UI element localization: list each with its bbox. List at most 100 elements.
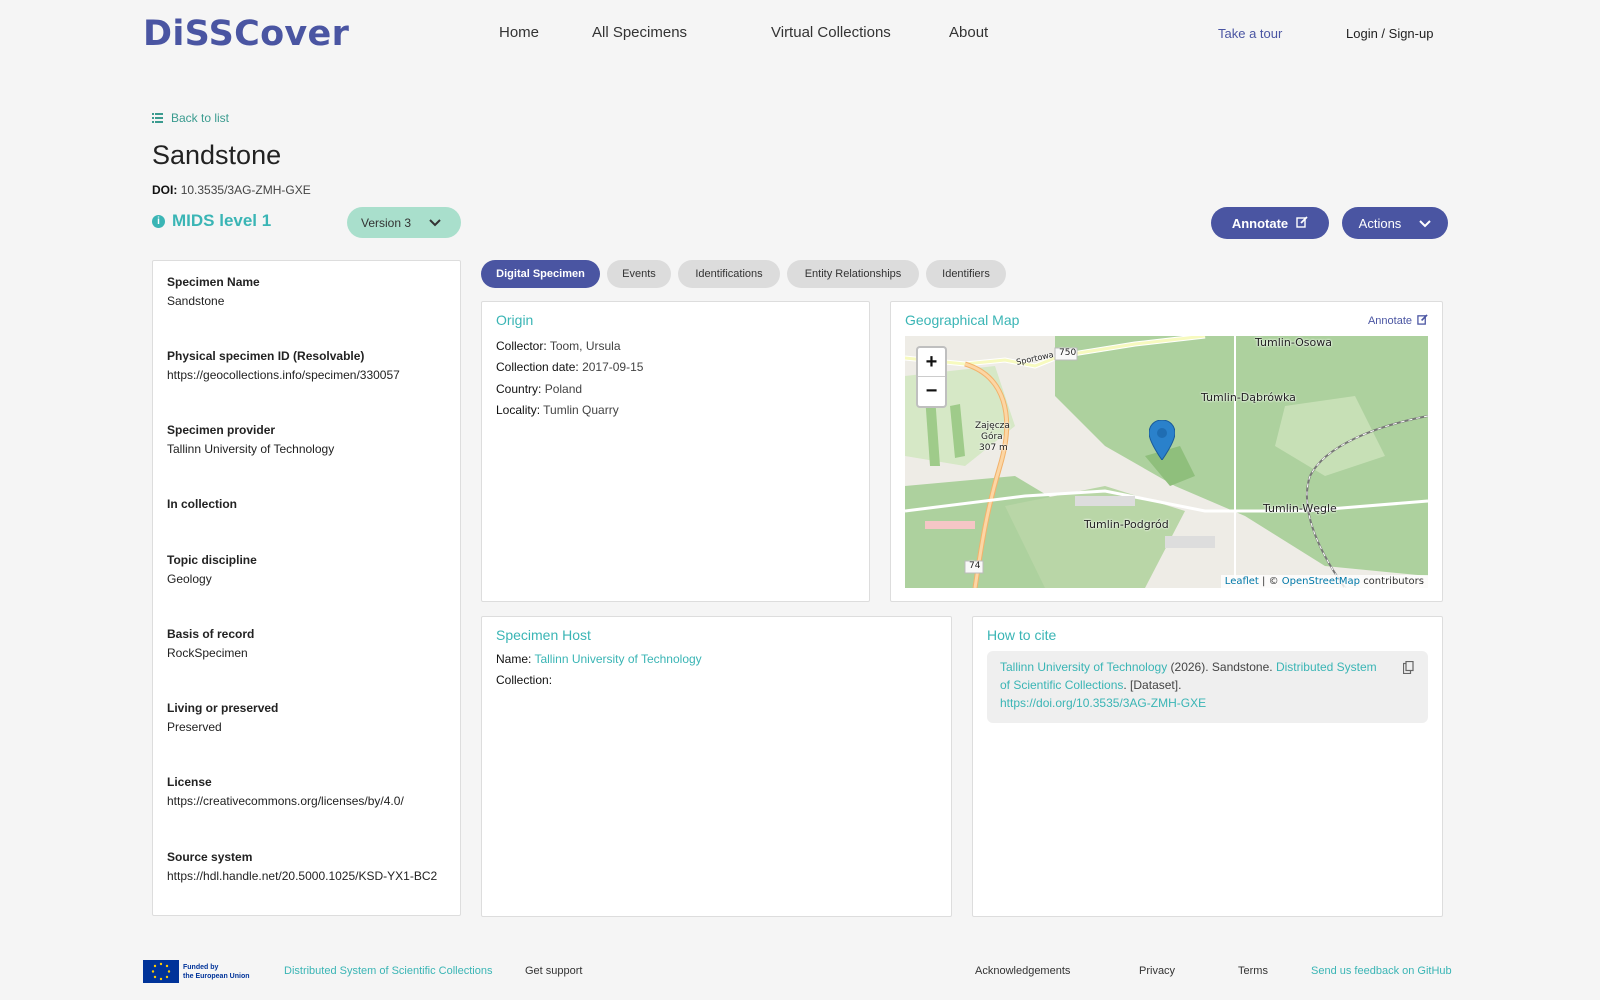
footer-terms-link[interactable]: Terms: [1238, 965, 1268, 977]
leaflet-link[interactable]: Leaflet: [1225, 576, 1259, 587]
mids-level: i MIDS level 1: [152, 211, 271, 231]
attribution-tail: contributors: [1363, 576, 1424, 587]
specimen-host-title: Specimen Host: [496, 627, 591, 643]
field-specimen-provider: Specimen provider Tallinn University of …: [167, 423, 334, 458]
back-to-list-label: Back to list: [171, 111, 230, 125]
doi-value: 10.3535/3AG-ZMH-GXE: [180, 183, 311, 197]
origin-country: Country: Poland: [496, 382, 582, 396]
citation-org-link[interactable]: Tallinn University of Technology: [1000, 660, 1167, 674]
footer-privacy-link[interactable]: Privacy: [1139, 965, 1175, 977]
kv-label: Locality:: [496, 403, 541, 417]
nav-about[interactable]: About: [949, 24, 988, 41]
citation-doi-link[interactable]: https://doi.org/10.3535/3AG-ZMH-GXE: [1000, 696, 1206, 710]
field-value: https://creativecommons.org/licenses/by/…: [167, 794, 404, 808]
citation-dataset: . [Dataset].: [1123, 678, 1182, 692]
openstreetmap-link[interactable]: OpenStreetMap: [1282, 576, 1360, 587]
origin-title: Origin: [496, 312, 534, 328]
origin-card: Origin Collector: Toom, Ursula Collectio…: [481, 301, 870, 602]
nav-virtual-collections[interactable]: Virtual Collections: [771, 24, 891, 41]
how-to-cite-card: How to cite Tallinn University of Techno…: [972, 616, 1443, 917]
zoom-in-button[interactable]: +: [918, 348, 945, 377]
map-label-zajecza: Zajęcza: [975, 421, 1010, 431]
edit-icon: [1417, 314, 1428, 328]
annotate-button[interactable]: Annotate: [1211, 207, 1329, 239]
tab-identifiers[interactable]: Identifiers: [926, 260, 1006, 288]
eu-funding-logo: Funded by the European Union: [143, 960, 250, 983]
tab-entity-relationships[interactable]: Entity Relationships: [787, 260, 919, 288]
field-label: Topic discipline: [167, 553, 257, 567]
kv-value: 2017-09-15: [582, 360, 644, 374]
field-value: https://hdl.handle.net/20.5000.1025/KSD-…: [167, 869, 438, 883]
login-signup-link[interactable]: Login / Sign-up: [1346, 26, 1433, 41]
eu-line-1: Funded by: [183, 963, 219, 971]
map-attribution: Leaflet | © OpenStreetMap contributors: [1220, 575, 1428, 588]
specimen-details-panel: Specimen Name Sandstone Physical specime…: [152, 260, 461, 916]
kv-label: Country:: [496, 382, 542, 396]
doi-label: DOI:: [152, 183, 178, 197]
annotate-label: Annotate: [1231, 215, 1289, 231]
field-value: RockSpecimen: [167, 646, 248, 660]
kv-label: Name:: [496, 652, 532, 666]
field-label: Living or preserved: [167, 701, 279, 715]
map-label-gora: Góra: [981, 432, 1003, 442]
specimen-host-card: Specimen Host Name: Tallinn University o…: [481, 616, 952, 917]
nav-all-specimens[interactable]: All Specimens: [592, 24, 687, 41]
nav-home[interactable]: Home: [499, 24, 539, 41]
field-license: License https://creativecommons.org/lice…: [167, 775, 404, 810]
list-icon: [152, 113, 163, 123]
map-label-podgrod: Tumlin-Podgród: [1084, 518, 1169, 531]
host-collection: Collection:: [496, 673, 552, 687]
field-label: Specimen Name: [167, 275, 260, 289]
map-marker-icon[interactable]: [1148, 419, 1176, 463]
zoom-out-button[interactable]: −: [918, 377, 945, 406]
origin-locality: Locality: Tumlin Quarry: [496, 403, 619, 417]
info-icon[interactable]: i: [152, 214, 165, 228]
tab-identifications[interactable]: Identifications: [678, 260, 780, 288]
footer-dissco-link[interactable]: Distributed System of Scientific Collect…: [284, 965, 492, 977]
field-label: Source system: [167, 850, 253, 864]
tab-digital-specimen[interactable]: Digital Specimen: [481, 260, 600, 288]
map-label-dabrowka: Tumlin-Dąbrówka: [1201, 391, 1296, 404]
map-annotate-button[interactable]: Annotate: [1368, 314, 1428, 328]
take-tour-link[interactable]: Take a tour: [1218, 26, 1282, 41]
field-topic-discipline: Topic discipline Geology: [167, 553, 257, 588]
tab-events[interactable]: Events: [607, 260, 671, 288]
copy-icon[interactable]: [1402, 660, 1414, 679]
field-label: Basis of record: [167, 627, 255, 641]
map-annotate-label: Annotate: [1367, 315, 1412, 327]
field-living-or-preserved: Living or preserved Preserved: [167, 701, 278, 736]
field-value: Tallinn University of Technology: [167, 442, 335, 456]
kv-value: Poland: [544, 382, 583, 396]
field-source-system: Source system https://hdl.handle.net/20.…: [167, 850, 447, 885]
kv-value: Toom, Ursula: [549, 339, 621, 353]
kv-label: Collector:: [496, 339, 547, 353]
map-label-road-750: 750: [1059, 348, 1077, 358]
origin-collection-date: Collection date: 2017-09-15: [496, 360, 643, 374]
field-value: Preserved: [167, 720, 222, 734]
field-specimen-name: Specimen Name Sandstone: [167, 275, 260, 310]
actions-button[interactable]: Actions: [1342, 207, 1448, 239]
field-label: License: [167, 775, 212, 789]
citation-box[interactable]: Tallinn University of Technology (2026).…: [987, 651, 1428, 723]
footer-feedback-link[interactable]: Send us feedback on GitHub: [1311, 965, 1452, 977]
footer-acknowledgements-link[interactable]: Acknowledgements: [975, 965, 1070, 977]
field-label: Physical specimen ID (Resolvable): [167, 349, 365, 363]
eu-flag-icon: [143, 960, 179, 983]
page-title: Sandstone: [152, 140, 282, 170]
actions-label: Actions: [1358, 215, 1402, 231]
host-name-link[interactable]: Tallinn University of Technology: [534, 652, 701, 666]
attribution-separator: | ©: [1262, 576, 1279, 587]
eu-line-2: the European Union: [183, 972, 250, 980]
citation-year-title: (2026). Sandstone.: [1167, 660, 1276, 674]
app-logo[interactable]: DiSSCover: [143, 14, 349, 54]
edit-icon: [1296, 215, 1308, 231]
kv-label: Collection:: [496, 673, 553, 687]
map-zoom-control: + −: [916, 346, 947, 408]
version-label: Version 3: [361, 215, 412, 230]
map-view[interactable]: Tumlin-Osowa Tumlin-Dąbrówka Tumlin-Węgl…: [905, 336, 1428, 588]
footer-get-support-link[interactable]: Get support: [525, 965, 582, 977]
version-select[interactable]: Version 3: [347, 207, 461, 238]
chevron-down-icon: [1419, 216, 1432, 231]
back-to-list-link[interactable]: Back to list: [152, 111, 229, 125]
kv-label: Collection date:: [496, 360, 579, 374]
